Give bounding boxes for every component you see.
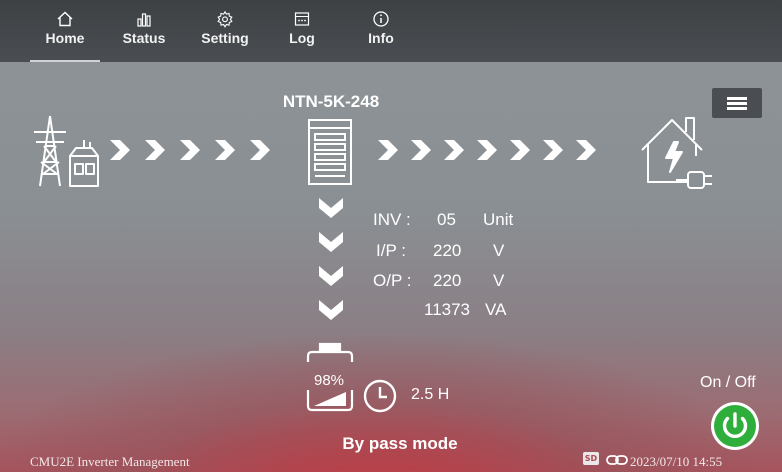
tab-log-label: Log	[289, 30, 315, 46]
tab-setting[interactable]: Setting	[195, 10, 255, 46]
active-tab-indicator	[30, 60, 100, 62]
inverter-to-load-flow-arrows	[378, 140, 596, 160]
output-power-row: 11373 VA	[0, 300, 782, 320]
log-icon	[294, 12, 310, 26]
tab-home[interactable]: Home	[35, 10, 95, 46]
output-voltage-label: O/P :	[373, 271, 412, 290]
sd-card-icon: SD	[583, 452, 599, 465]
gear-icon	[217, 10, 233, 28]
tab-log[interactable]: Log	[272, 10, 332, 46]
tab-info[interactable]: Info	[351, 10, 411, 46]
top-nav-bar: Home Status Setting Log Info	[0, 0, 782, 62]
link-icon	[606, 455, 628, 465]
tab-status[interactable]: Status	[114, 10, 174, 46]
input-voltage-row: I/P : 220 V	[0, 241, 782, 261]
output-power-value: 11373	[424, 300, 471, 319]
menu-icon	[727, 97, 747, 100]
tab-status-label: Status	[122, 30, 166, 46]
bar-chart-icon	[137, 13, 151, 27]
info-icon	[373, 11, 389, 27]
app-name: CMU2E Inverter Management	[30, 454, 190, 469]
date-time: 2023/07/10 14:55	[630, 454, 723, 469]
power-icon	[714, 405, 756, 447]
tab-setting-label: Setting	[201, 30, 249, 46]
output-power-unit: VA	[485, 300, 507, 319]
power-grid-icon	[34, 115, 99, 187]
home-icon	[57, 11, 73, 27]
inv-value: 05	[437, 210, 456, 229]
device-model-title: NTN-5K-248	[282, 92, 380, 111]
operating-mode: By pass mode	[342, 434, 458, 453]
grid-to-inverter-flow-arrows	[110, 140, 270, 160]
menu-button[interactable]	[712, 88, 762, 118]
output-voltage-unit: V	[493, 271, 505, 290]
battery-level-fill	[314, 392, 346, 406]
inv-label: INV :	[373, 210, 411, 229]
menu-icon-bar	[727, 107, 747, 110]
on-off-label: On / Off	[700, 374, 756, 391]
power-button[interactable]	[711, 402, 759, 450]
output-voltage-value: 220	[433, 271, 462, 290]
menu-icon-bar	[727, 102, 747, 105]
battery-runtime: 2.5 H	[411, 386, 450, 403]
inverter-count-row: INV : 05 Unit	[0, 210, 782, 230]
house-load-icon	[641, 117, 712, 189]
clock-icon	[363, 379, 397, 413]
tab-info-label: Info	[368, 30, 394, 46]
battery-percent: 98%	[313, 372, 345, 389]
tab-home-label: Home	[45, 30, 85, 46]
input-voltage-unit: V	[493, 241, 505, 260]
input-voltage-value: 220	[433, 241, 462, 260]
inverter-cabinet-icon	[308, 119, 352, 185]
output-voltage-row: O/P : 220 V	[0, 271, 782, 291]
input-voltage-label: I/P :	[376, 241, 406, 260]
inv-unit: Unit	[483, 210, 514, 229]
